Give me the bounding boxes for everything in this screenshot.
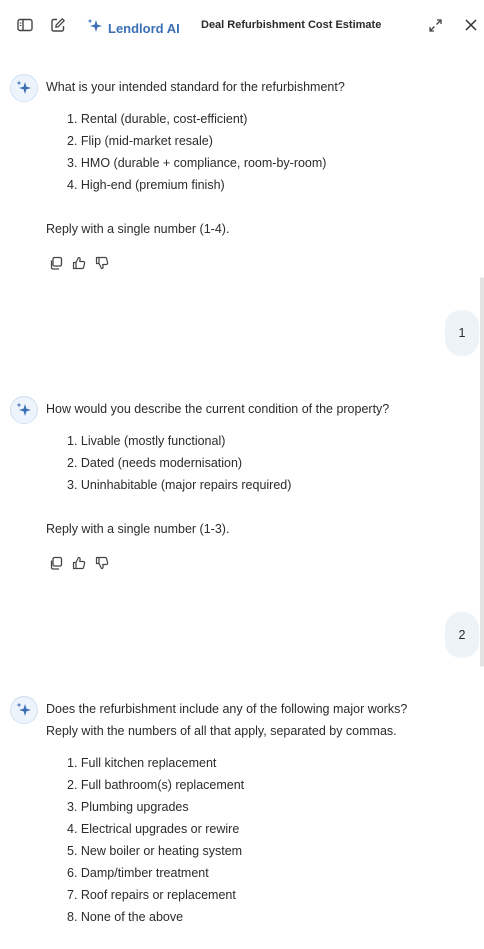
scrollbar[interactable] [480, 277, 484, 667]
reply-instructions: Reply with a single number (1-3). [46, 522, 230, 536]
user-reply-bubble: 2 [445, 612, 479, 658]
option-item: 2. Flip (mid-market resale) [67, 134, 213, 148]
option-item: 8. None of the above [67, 910, 184, 924]
chat-thread[interactable]: What is your intended standard for the r… [0, 52, 484, 949]
thumbs-down-icon[interactable] [94, 255, 109, 270]
brand-name: Lendlord AI [108, 21, 180, 36]
copy-icon[interactable] [48, 255, 63, 270]
user-reply-bubble: 1 [445, 310, 479, 356]
option-item: 4. Electrical upgrades or rewire [67, 822, 240, 836]
option-item: 4. High-end (premium finish) [67, 178, 225, 192]
option-item: 3. HMO (durable + compliance, room-by-ro… [67, 156, 327, 170]
message-actions [48, 555, 109, 570]
assistant-avatar-icon [10, 396, 38, 424]
option-item: 2. Full bathroom(s) replacement [67, 778, 245, 792]
thumbs-up-icon[interactable] [71, 555, 86, 570]
sparkle-logo-icon [86, 17, 104, 40]
assistant-question: What is your intended standard for the r… [46, 80, 345, 94]
reply-instructions: Reply with a single number (1-4). [46, 222, 230, 236]
option-item: 6. Damp/timber treatment [67, 866, 209, 880]
option-item: 7. Roof repairs or replacement [67, 888, 236, 902]
assistant-avatar-icon [10, 74, 38, 102]
message-actions [48, 255, 109, 270]
brand: Lendlord AI [86, 17, 180, 40]
option-item: 1. Livable (mostly functional) [67, 434, 226, 448]
sidebar-toggle-icon[interactable] [17, 18, 33, 32]
page-title: Deal Refurbishment Cost Estimate [201, 19, 382, 31]
chat-header: Lendlord AI Deal Refurbishment Cost Esti… [0, 0, 484, 52]
close-icon[interactable] [464, 18, 478, 32]
assistant-question: Does the refurbishment include any of th… [46, 702, 408, 716]
assistant-avatar-icon [10, 696, 38, 724]
option-item: 1. Full kitchen replacement [67, 756, 217, 770]
copy-icon[interactable] [48, 555, 63, 570]
assistant-question-line2: Reply with the numbers of all that apply… [46, 724, 397, 738]
option-item: 1. Rental (durable, cost-efficient) [67, 112, 248, 126]
thumbs-down-icon[interactable] [94, 555, 109, 570]
option-item: 5. New boiler or heating system [67, 844, 243, 858]
option-item: 3. Plumbing upgrades [67, 800, 189, 814]
new-chat-edit-icon[interactable] [50, 17, 66, 33]
thumbs-up-icon[interactable] [71, 255, 86, 270]
option-item: 2. Dated (needs modernisation) [67, 456, 243, 470]
expand-icon[interactable] [428, 18, 443, 33]
assistant-question: How would you describe the current condi… [46, 402, 390, 416]
option-item: 3. Uninhabitable (major repairs required… [67, 478, 292, 492]
